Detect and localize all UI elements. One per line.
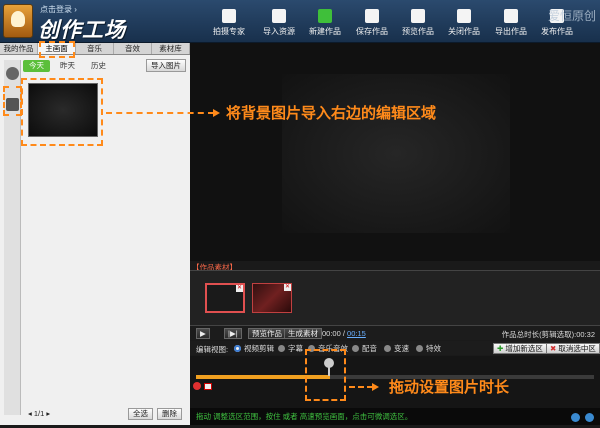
tab-yesterday[interactable]: 昨天 bbox=[54, 60, 81, 72]
highlight-main-tab bbox=[39, 41, 75, 58]
highlight-duration-handle bbox=[305, 349, 346, 401]
toolbar-label: 保存作品 bbox=[356, 27, 388, 36]
tab-history[interactable]: 历史 bbox=[85, 60, 112, 72]
radio-dubbing[interactable]: 配音 bbox=[352, 343, 377, 354]
annotation-text-top: 将背景图片导入右边的编辑区域 bbox=[226, 104, 437, 122]
playback-controls: ▶ |▶| 预览作品 生成素材 00:00 / 00:15 作品总时长(剪辑选取… bbox=[190, 326, 600, 340]
status-text: 拖动 调整选区范围，按住 或者 高速预览画面，点击可微调选区。 bbox=[196, 412, 413, 421]
toolbar-close-button[interactable]: 关闭作品 bbox=[442, 3, 486, 41]
cancel-region-label: 取消选中区 bbox=[558, 344, 596, 353]
app-title: 创作工场 bbox=[38, 18, 126, 42]
material-strip: ✕ ✕ bbox=[190, 270, 600, 326]
material-clip[interactable]: ✕ bbox=[252, 283, 292, 313]
time-current: 00:00 / bbox=[322, 329, 345, 338]
date-filter-tabs: 今天 昨天 历史 bbox=[23, 60, 112, 72]
delete-button[interactable]: 删除 bbox=[157, 408, 182, 420]
toolbar-new-button[interactable]: 新建作品 bbox=[303, 3, 347, 41]
toolbar-preview-button[interactable]: 预览作品 bbox=[396, 3, 440, 41]
annotation-text-bottom: 拖动设置图片时长 bbox=[389, 378, 510, 396]
app-logo bbox=[3, 4, 33, 38]
toolbar-label: 发布作品 bbox=[541, 27, 573, 36]
zoom-in-icon[interactable] bbox=[570, 413, 580, 422]
tab-material-library[interactable]: 素材库 bbox=[152, 43, 190, 54]
add-icon: ✚ bbox=[497, 344, 504, 353]
toolbar-label: 导入资源 bbox=[263, 27, 295, 36]
tab-sound-effects[interactable]: 音效 bbox=[114, 43, 152, 54]
toolbar-save-button[interactable]: 保存作品 bbox=[350, 3, 394, 41]
export-icon bbox=[504, 9, 518, 23]
preview-area bbox=[190, 43, 600, 261]
edit-view-row: 编辑视图: 视频剪辑 字幕 音乐音效 配音 变速 特效 ✚ 增加新选区 ✖ 取消… bbox=[190, 341, 600, 355]
watermark: 爱恒原创 bbox=[547, 9, 596, 23]
radio-subtitle[interactable]: 字幕 bbox=[278, 343, 303, 354]
tab-music[interactable]: 音乐 bbox=[76, 43, 114, 54]
pager[interactable]: ◂ 1/1 ▸ bbox=[28, 409, 50, 418]
status-bar: 拖动 调整选区范围，按住 或者 高速预览画面，点击可微调选区。 bbox=[190, 408, 600, 425]
highlight-thumbnail bbox=[21, 78, 103, 146]
next-frame-button[interactable]: |▶| bbox=[224, 328, 242, 339]
generate-material-button[interactable]: 生成素材 bbox=[284, 328, 322, 339]
import-icon bbox=[272, 9, 286, 23]
close-doc-icon bbox=[457, 9, 471, 23]
left-tab-bar: 我的作品 主画面 音乐 音效 素材库 bbox=[0, 43, 190, 55]
tab-my-works[interactable]: 我的作品 bbox=[0, 43, 38, 54]
edit-canvas[interactable] bbox=[282, 74, 510, 233]
new-icon bbox=[318, 9, 332, 23]
flag-icon[interactable] bbox=[204, 383, 212, 390]
annotation-arrow-bottom bbox=[349, 383, 379, 391]
select-all-button[interactable]: 全选 bbox=[128, 408, 153, 420]
toolbar-label: 导出作品 bbox=[495, 27, 527, 36]
remove-clip-icon[interactable]: ✕ bbox=[236, 285, 243, 292]
edit-view-label: 编辑视图: bbox=[196, 345, 229, 354]
remove-clip-icon[interactable]: ✕ bbox=[284, 284, 291, 291]
total-duration: 作品总时长(剪辑选取):00:32 bbox=[501, 330, 595, 339]
save-icon bbox=[365, 9, 379, 23]
toolbar-camera-button[interactable]: 拍摄专家 bbox=[207, 3, 251, 41]
time-total[interactable]: 00:15 bbox=[347, 329, 366, 338]
camera-icon bbox=[222, 9, 236, 23]
import-image-button[interactable]: 导入图片 bbox=[146, 59, 186, 72]
zoom-out-icon[interactable] bbox=[585, 413, 594, 422]
app-header: 点击登录 › 创作工场 拍摄专家 导入资源 新建作品 保存作品 预览作品 关闭作… bbox=[0, 0, 600, 43]
add-region-button[interactable]: ✚ 增加新选区 bbox=[493, 343, 547, 354]
media-icon[interactable] bbox=[6, 67, 19, 80]
eye-icon bbox=[411, 9, 425, 23]
add-region-label: 增加新选区 bbox=[505, 344, 543, 353]
status-icons bbox=[568, 411, 594, 428]
cancel-region-button[interactable]: ✖ 取消选中区 bbox=[546, 343, 600, 354]
play-button[interactable]: ▶ bbox=[196, 328, 210, 339]
toolbar-export-button[interactable]: 导出作品 bbox=[489, 3, 533, 41]
tab-today[interactable]: 今天 bbox=[23, 60, 50, 72]
preview-work-button[interactable]: 预览作品 bbox=[248, 328, 286, 339]
annotation-arrow-top bbox=[106, 109, 220, 117]
time-readout: 00:00 / 00:15 bbox=[322, 329, 366, 338]
toolbar-label: 新建作品 bbox=[309, 27, 341, 36]
material-clip[interactable]: ✕ bbox=[205, 283, 245, 313]
toolbar-label: 关闭作品 bbox=[448, 27, 480, 36]
toolbar-label: 拍摄专家 bbox=[213, 27, 245, 36]
toolbar-import-button[interactable]: 导入资源 bbox=[257, 3, 301, 41]
start-marker-icon[interactable] bbox=[193, 382, 201, 390]
radio-effects[interactable]: 特效 bbox=[416, 343, 441, 354]
cancel-icon: ✖ bbox=[550, 344, 557, 353]
highlight-image-button bbox=[3, 86, 22, 116]
radio-video-edit[interactable]: 视频剪辑 bbox=[234, 343, 274, 354]
toolbar-label: 预览作品 bbox=[402, 27, 434, 36]
radio-speed[interactable]: 变速 bbox=[384, 343, 409, 354]
